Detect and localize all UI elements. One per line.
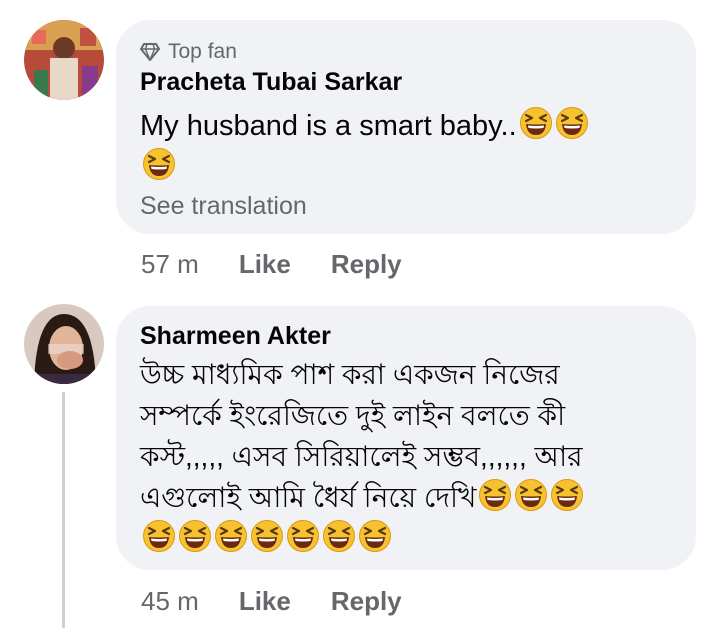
laughing-squinting-face-emoji [250, 519, 284, 553]
diamond-icon [140, 43, 160, 61]
comment-timestamp[interactable]: 57 m [141, 249, 199, 280]
comment-text: My husband is a smart baby.. [140, 106, 680, 188]
see-translation-link[interactable]: See translation [140, 192, 307, 221]
reply-button[interactable]: Reply [331, 249, 402, 280]
comment-timestamp[interactable]: 45 m [141, 586, 199, 617]
like-button[interactable]: Like [239, 586, 291, 617]
comment-actions-1: 57 m Like Reply [141, 249, 442, 280]
reply-thread-line [62, 392, 65, 628]
comment-author[interactable]: Pracheta Tubai Sarkar [140, 68, 402, 97]
laughing-squinting-face-emoji [142, 147, 176, 181]
badge-label: Top fan [168, 40, 237, 63]
comment-text: উচ্চ মাধ্যমিক পাশ করা একজন নিজের সম্পর্ক… [140, 354, 685, 559]
laughing-squinting-face-emoji [514, 478, 548, 512]
emoji-group [140, 520, 392, 554]
comment-text-line-5 [140, 518, 685, 559]
laughing-squinting-face-emoji [322, 519, 356, 553]
comment-text-line-2 [140, 147, 680, 188]
laughing-squinting-face-emoji [555, 106, 589, 140]
avatar-pracheta[interactable] [24, 20, 104, 100]
comment-text-line-3: কস্ট,,,,, এসব সিরিয়ালেই সম্ভব,,,,,, আর [140, 441, 583, 472]
comment-bubble-1: Top fan Pracheta Tubai Sarkar My husband… [116, 20, 696, 234]
comment-author[interactable]: Sharmeen Akter [140, 322, 331, 351]
comment-text-line-1: উচ্চ মাধ্যমিক পাশ করা একজন নিজের [140, 359, 560, 390]
laughing-squinting-face-emoji [550, 478, 584, 512]
avatar-sharmeen[interactable] [24, 304, 104, 384]
laughing-squinting-face-emoji [214, 519, 248, 553]
laughing-squinting-face-emoji [286, 519, 320, 553]
like-button[interactable]: Like [239, 249, 291, 280]
comment-actions-2: 45 m Like Reply [141, 586, 442, 617]
top-fan-badge: Top fan [140, 40, 237, 64]
laughing-squinting-face-emoji [142, 519, 176, 553]
laughing-squinting-face-emoji [178, 519, 212, 553]
reply-button[interactable]: Reply [331, 586, 402, 617]
emoji-group [140, 148, 176, 183]
laughing-squinting-face-emoji [519, 106, 553, 140]
comment-text-line-4: এগুলোই আমি ধৈর্য নিয়ে দেখি [140, 477, 685, 518]
comment-bubble-2: Sharmeen Akter উচ্চ মাধ্যমিক পাশ করা একজ… [116, 306, 696, 570]
laughing-squinting-face-emoji [478, 478, 512, 512]
comment-text-line-2: সম্পর্কে ইংরেজিতে দুই লাইন বলতে কী [140, 400, 566, 431]
comment-text-line-1: My husband is a smart baby.. [140, 106, 680, 147]
laughing-squinting-face-emoji [358, 519, 392, 553]
emoji-group [476, 479, 584, 513]
emoji-group [517, 107, 589, 142]
